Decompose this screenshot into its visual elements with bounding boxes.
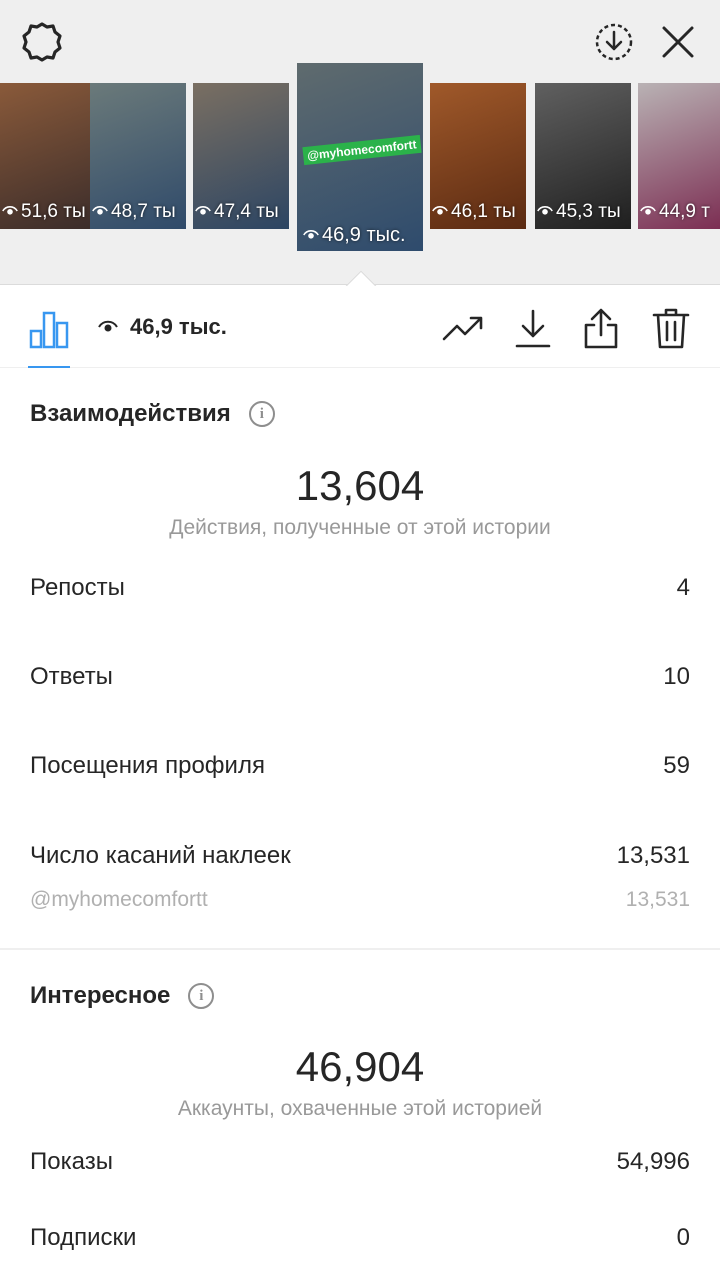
stat-label: Посещения профиля	[30, 752, 265, 779]
stat-label: Репосты	[30, 574, 125, 601]
interactions-total: 13,604	[295, 462, 425, 509]
eye-icon	[98, 314, 118, 340]
discovery-total: 46,904	[295, 1043, 425, 1090]
discovery-caption: Аккаунты, охваченные этой историей	[177, 1097, 543, 1120]
bar-chart-icon[interactable]	[26, 306, 72, 352]
thumbnail-views: 47,4 ты	[195, 201, 279, 223]
trending-icon[interactable]	[440, 306, 486, 352]
stat-row-reposts: Репосты 4	[30, 574, 690, 602]
mention-sticker: @myhomecomfortt	[302, 134, 422, 166]
thumbnail-views-value: 48,7 ты	[111, 201, 176, 222]
settings-gear-icon[interactable]	[16, 16, 68, 68]
active-tab-indicator	[28, 366, 70, 368]
story-action-bar: 46,9 тыс.	[0, 286, 720, 368]
close-icon[interactable]	[654, 18, 702, 66]
stat-label: Подписки	[30, 1224, 137, 1251]
story-thumbnail[interactable]: 47,4 ты	[193, 83, 289, 229]
thumbnail-views-value: 44,9 т	[659, 201, 710, 222]
story-thumbnail[interactable]: 45,3 ты	[535, 83, 631, 229]
stat-label: Ответы	[30, 663, 113, 690]
trash-icon[interactable]	[648, 306, 694, 352]
eye-icon	[640, 201, 656, 223]
eye-icon	[303, 224, 319, 247]
stat-value: 59	[663, 752, 690, 779]
stat-row-follows: Подписки 0	[30, 1224, 690, 1252]
interactions-caption: Действия, полученные от этой истории	[169, 516, 551, 539]
thumbnail-views-value: 47,4 ты	[214, 201, 279, 222]
thumbnail-views: 46,1 ты	[432, 201, 516, 223]
stat-subrow-sticker: @myhomecomfortt 13,531	[30, 888, 690, 912]
section-divider	[0, 948, 720, 950]
stat-row-impressions: Показы 54,996	[30, 1148, 690, 1176]
stat-row-sticker-taps: Число касаний наклеек 13,531	[30, 842, 690, 870]
story-thumbnail-selected[interactable]: @myhomecomfortt 46,9 тыс.	[297, 63, 423, 251]
stat-label: Число касаний наклеек	[30, 842, 291, 869]
info-icon[interactable]: i	[188, 983, 215, 1009]
download-circle-icon[interactable]	[590, 18, 638, 66]
views-count: 46,9 тыс.	[98, 314, 227, 340]
story-thumbnails: 51,6 ты 48,7 ты 47,4 ты @myhomecomfortt 46,9…	[0, 63, 720, 253]
eye-icon	[432, 201, 448, 223]
thumbnail-views-value: 46,1 ты	[451, 201, 516, 222]
stat-row-profile-visits: Посещения профиля 59	[30, 752, 690, 780]
thumbnail-views: 45,3 ты	[537, 201, 621, 223]
thumbnail-views-value: 51,6 ты	[21, 201, 86, 222]
stat-label: Показы	[30, 1148, 113, 1175]
story-thumbnail[interactable]: 44,9 т	[638, 83, 720, 229]
discovery-header: Интересное i	[30, 982, 215, 1010]
eye-icon	[2, 201, 18, 223]
download-icon[interactable]	[510, 306, 556, 352]
thumbnail-views: 44,9 т	[640, 201, 710, 223]
interactions-title: Взаимодействия	[30, 400, 231, 427]
eye-icon	[92, 201, 108, 223]
stat-label: @myhomecomfortt	[30, 888, 208, 911]
info-icon[interactable]: i	[248, 401, 275, 427]
eye-icon	[195, 201, 211, 223]
thumbnail-views: 51,6 ты	[2, 201, 86, 223]
story-thumbnail[interactable]: 51,6 ты	[0, 83, 96, 229]
eye-icon	[537, 201, 553, 223]
stat-value: 54,996	[616, 1148, 690, 1175]
selected-pointer	[342, 268, 378, 286]
thumbnail-views: 46,9 тыс.	[303, 224, 406, 247]
stat-value: 4	[676, 574, 690, 601]
share-icon[interactable]	[578, 306, 624, 352]
thumbnail-views: 48,7 ты	[92, 201, 176, 223]
story-thumbnail[interactable]: 48,7 ты	[90, 83, 186, 229]
stat-value: 0	[676, 1224, 690, 1251]
stat-value: 13,531	[625, 888, 690, 911]
thumbnail-views-value: 45,3 ты	[556, 201, 621, 222]
stat-value: 10	[663, 663, 690, 690]
stat-value: 13,531	[616, 842, 690, 869]
interactions-header: Взаимодействия i	[30, 400, 275, 428]
story-strip-header: 51,6 ты 48,7 ты 47,4 ты @myhomecomfortt 46,9…	[0, 0, 720, 285]
story-thumbnail[interactable]: 46,1 ты	[430, 83, 526, 229]
thumbnail-views-value: 46,9 тыс.	[322, 224, 406, 246]
views-value: 46,9 тыс.	[130, 314, 227, 339]
stat-row-replies: Ответы 10	[30, 663, 690, 691]
discovery-title: Интересное	[30, 982, 171, 1009]
